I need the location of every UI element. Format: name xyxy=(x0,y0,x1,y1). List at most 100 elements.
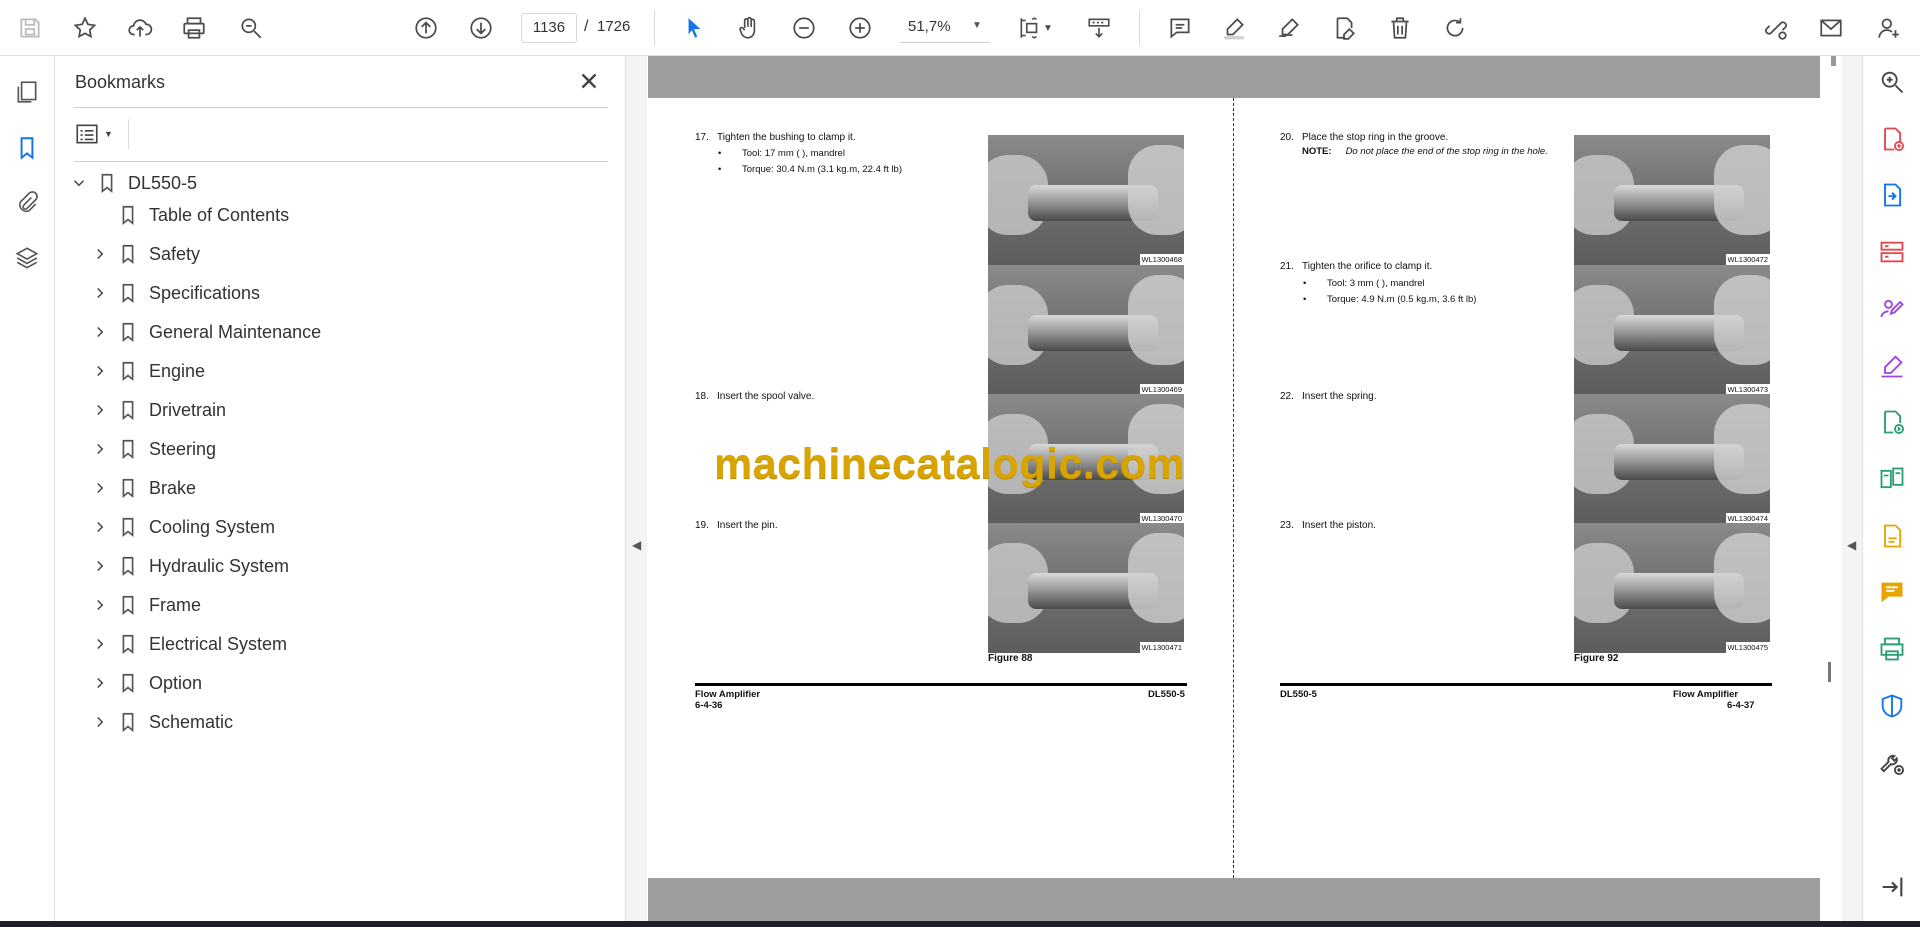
layers-icon[interactable] xyxy=(11,242,43,274)
bookmark-item[interactable]: Safety xyxy=(89,238,200,270)
zoom-in-icon[interactable] xyxy=(842,10,878,46)
left-panel-splitter[interactable]: ◀ xyxy=(626,56,647,921)
more-tools-icon[interactable] xyxy=(1877,748,1907,778)
bookmark-item[interactable]: Hydraulic System xyxy=(89,550,289,582)
step-number: 17. xyxy=(695,132,709,143)
highlight-icon[interactable] xyxy=(1216,10,1252,46)
chevron-down-icon[interactable] xyxy=(68,172,90,194)
step-instruction: Insert the pin. xyxy=(717,520,778,531)
photo-hand xyxy=(1714,533,1770,623)
step-number: 22. xyxy=(1280,391,1294,402)
chevron-right-icon[interactable] xyxy=(89,477,111,499)
bookmark-item[interactable]: Frame xyxy=(89,589,201,621)
edit-pdf-icon[interactable] xyxy=(1877,521,1907,551)
chevron-right-icon[interactable] xyxy=(89,282,111,304)
previous-page-icon[interactable] xyxy=(408,10,444,46)
star-icon[interactable] xyxy=(67,10,103,46)
chevron-right-icon[interactable] xyxy=(89,516,111,538)
protect-icon[interactable] xyxy=(1877,691,1907,721)
save-icon[interactable] xyxy=(12,10,48,46)
edit-text-icon[interactable] xyxy=(1326,10,1362,46)
bookmark-icon xyxy=(122,322,134,342)
note-text: Do not place the end of the stop ring in… xyxy=(1345,146,1548,157)
bookmark-item[interactable]: Schematic xyxy=(89,706,233,738)
zoom-out-icon[interactable] xyxy=(786,10,822,46)
collapse-tools-icon[interactable] xyxy=(1877,872,1907,902)
bookmark-item[interactable]: Cooling System xyxy=(89,511,275,543)
bookmark-item[interactable]: Electrical System xyxy=(89,628,287,660)
attachments-icon[interactable] xyxy=(11,187,43,219)
chevron-right-icon[interactable] xyxy=(89,321,111,343)
vertical-scrollbar[interactable] xyxy=(1820,56,1842,921)
step-number: 21. xyxy=(1280,261,1294,272)
bookmarks-panel-icon[interactable] xyxy=(11,132,43,164)
step-bullet: Torque: 4.9 N.m (0.5 kg.m, 3.6 ft lb) xyxy=(1303,294,1476,305)
bookmark-item[interactable]: Brake xyxy=(89,472,196,504)
zoom-dropdown-icon[interactable]: ▼ xyxy=(972,20,982,31)
close-icon[interactable] xyxy=(576,68,602,94)
hand-tool-icon[interactable] xyxy=(731,10,767,46)
fill-sign-icon[interactable] xyxy=(1877,351,1907,381)
chevron-right-icon[interactable] xyxy=(89,243,111,265)
scroll-mode-icon[interactable] xyxy=(1081,10,1117,46)
organize-pages-icon[interactable] xyxy=(1877,237,1907,267)
print-icon[interactable] xyxy=(176,10,212,46)
find-icon[interactable] xyxy=(233,10,269,46)
step-text: 19. Insert the pin. xyxy=(695,520,778,531)
chevron-right-icon[interactable] xyxy=(89,672,111,694)
comment-icon[interactable] xyxy=(1162,10,1198,46)
next-page-icon[interactable] xyxy=(463,10,499,46)
email-icon[interactable] xyxy=(1813,10,1849,46)
scrollbar-thumb[interactable] xyxy=(1831,56,1836,66)
page-separator: / xyxy=(584,18,589,35)
chevron-right-icon[interactable] xyxy=(89,360,111,382)
bookmark-label: Electrical System xyxy=(149,633,288,654)
right-panel-splitter[interactable]: ◀ xyxy=(1842,56,1862,921)
bookmark-item[interactable]: Drivetrain xyxy=(89,394,226,426)
chevron-right-icon[interactable] xyxy=(89,633,111,655)
bookmark-options-button[interactable]: ▼ xyxy=(74,119,124,149)
collapse-left-icon[interactable]: ◀ xyxy=(632,538,641,552)
chevron-right-icon[interactable] xyxy=(89,594,111,616)
draw-icon[interactable] xyxy=(1271,10,1307,46)
bookmark-icon xyxy=(122,673,134,693)
scrollbar-position-mark xyxy=(1828,662,1831,682)
compare-files-icon[interactable] xyxy=(1877,464,1907,494)
bookmark-item[interactable]: General Maintenance xyxy=(89,316,321,348)
chevron-right-icon[interactable] xyxy=(89,711,111,733)
page-fit-dropdown-icon[interactable]: ▼ xyxy=(1040,10,1056,46)
bookmark-item[interactable]: Engine xyxy=(89,355,205,387)
create-pdf-icon[interactable] xyxy=(1877,124,1907,154)
request-signatures-icon[interactable] xyxy=(1877,294,1907,324)
chevron-right-icon[interactable] xyxy=(89,555,111,577)
comment-tool-icon[interactable] xyxy=(1877,577,1907,607)
chevron-right-icon[interactable] xyxy=(89,438,111,460)
note-label: NOTE: xyxy=(1302,146,1332,157)
bookmark-item[interactable]: Table of Contents xyxy=(89,199,289,231)
figure-code: WL1300471 xyxy=(1139,642,1184,653)
bookmark-item[interactable]: Option xyxy=(89,667,202,699)
page-thumbnails-icon[interactable] xyxy=(11,76,43,108)
chevron-right-icon[interactable] xyxy=(89,399,111,421)
bookmark-item[interactable]: Specifications xyxy=(89,277,260,309)
bookmark-icon xyxy=(122,517,134,537)
export-pdf-icon[interactable] xyxy=(1877,180,1907,210)
photo-hand xyxy=(1714,404,1770,494)
page-number-input[interactable]: 1136 xyxy=(521,13,577,43)
select-tool-icon[interactable] xyxy=(676,10,712,46)
share-link-icon[interactable] xyxy=(1758,10,1794,46)
print-production-icon[interactable] xyxy=(1877,634,1907,664)
delete-icon[interactable] xyxy=(1382,10,1418,46)
account-icon[interactable] xyxy=(1871,10,1907,46)
bookmark-label: Safety xyxy=(149,243,201,264)
zoom-search-icon[interactable] xyxy=(1877,67,1907,97)
figure-photo: WL1300469 xyxy=(988,265,1184,395)
cloud-upload-icon[interactable] xyxy=(122,10,158,46)
bookmark-root[interactable]: DL550-5 xyxy=(68,167,197,199)
bookmark-item[interactable]: Steering xyxy=(89,433,216,465)
collapse-right-icon[interactable]: ◀ xyxy=(1847,538,1856,552)
send-for-review-icon[interactable] xyxy=(1877,407,1907,437)
redo-icon[interactable] xyxy=(1437,10,1473,46)
figure-photo: WL1300468 xyxy=(988,135,1184,265)
bookmark-icon xyxy=(122,205,134,225)
